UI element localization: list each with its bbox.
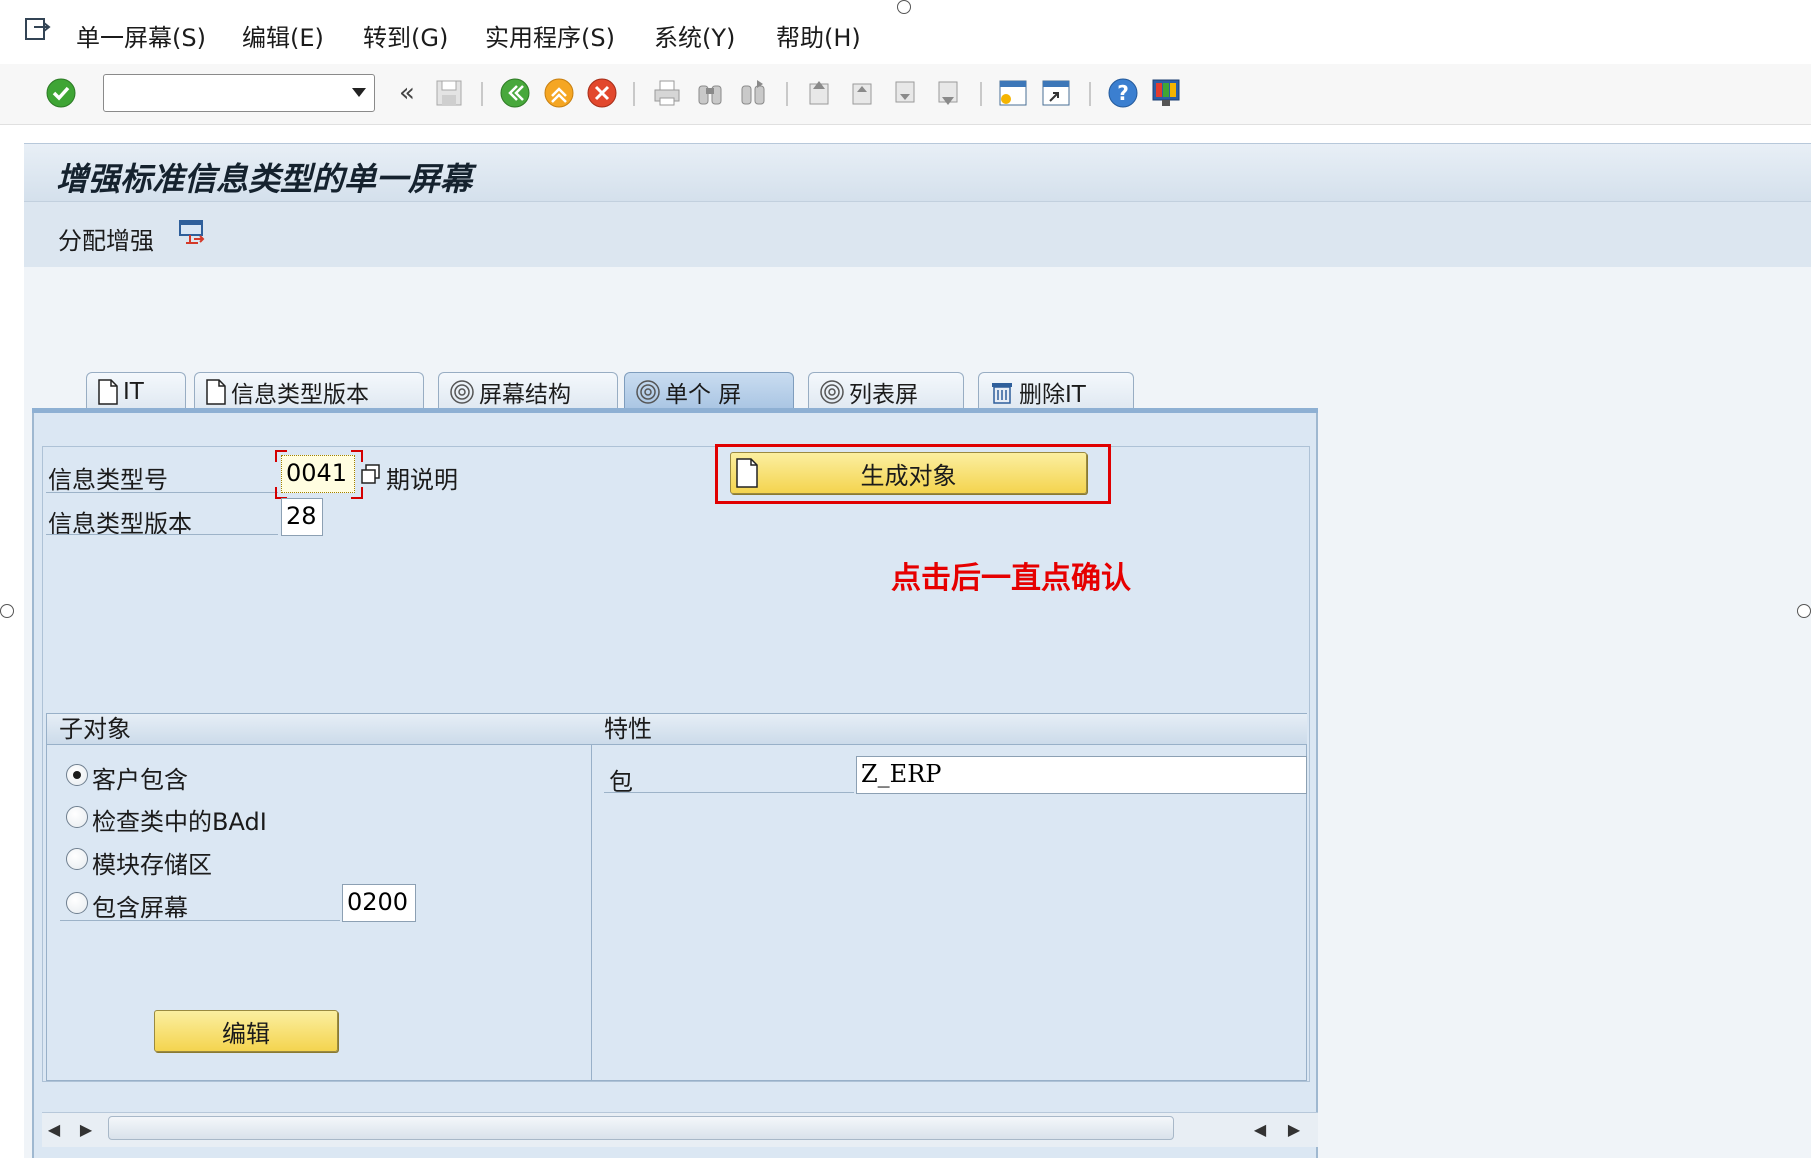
tab-label: 信息类型版本 [231,381,369,408]
tab-label: 屏幕结构 [479,381,571,408]
find-next-icon[interactable] [736,76,770,110]
command-field[interactable] [103,74,375,112]
radio-module-pool[interactable] [66,848,88,870]
tab-label: 删除IT [1019,381,1086,408]
tab-single-screen[interactable]: 单个 屏 [624,372,794,410]
scroll-left-end-icon[interactable]: ◀ [1250,1118,1270,1140]
option-include-screen: 包含屏幕 [92,894,188,922]
scroll-thumb[interactable] [108,1116,1174,1140]
assign-enhancement-icon[interactable] [176,217,208,249]
menu-icon[interactable] [24,16,54,42]
menu-single-screen[interactable]: 单一屏幕(S) [76,18,206,53]
scroll-left-icon[interactable]: ◀ [44,1118,64,1140]
spiral-icon [450,379,474,404]
infotype-label: 信息类型号 [48,466,168,494]
scroll-right-end-icon[interactable]: ▶ [1284,1118,1304,1140]
application-toolbar: 分配增强 [24,201,1811,269]
cancel-icon[interactable] [585,76,619,110]
new-session-icon[interactable] [996,76,1030,110]
shortcut-icon[interactable] [1039,76,1073,110]
generate-objects-button[interactable]: 生成对象 [730,452,1087,494]
tab-list-screen[interactable]: 列表屏 [808,372,964,410]
tab-label: 单个 屏 [665,381,742,408]
menu-system[interactable]: 系统(Y) [654,18,735,53]
scroll-right-icon[interactable]: ▶ [76,1118,96,1140]
radio-badi-in-class[interactable] [66,806,88,828]
copy-icon[interactable] [360,463,382,485]
enter-icon[interactable] [44,76,78,110]
selection-handle [897,0,911,14]
radio-include-screen[interactable] [66,892,88,914]
find-icon[interactable] [693,76,727,110]
subobjects-header: 子对象 [47,713,592,745]
version-field[interactable]: 28 [281,498,323,536]
save-icon[interactable] [432,76,466,110]
collapse-command-icon[interactable]: « [390,76,424,110]
assign-enhancement-button[interactable]: 分配增强 [58,221,154,256]
print-icon[interactable] [650,76,684,110]
document-icon [206,378,226,405]
menu-help[interactable]: 帮助(H) [776,18,861,53]
back-icon[interactable] [498,76,532,110]
package-field[interactable]: Z_ERP [856,756,1307,794]
edit-button[interactable]: 编辑 [154,1010,338,1052]
tab-label: IT [123,378,144,405]
infotype-number-field[interactable]: 0041 [281,455,355,493]
option-customer-include: 客户包含 [92,766,188,794]
document-icon [736,458,758,488]
help-icon[interactable]: ? [1106,76,1140,110]
infotype-description: 期说明 [386,466,458,494]
spiral-icon [636,379,660,404]
attributes-header: 特性 [592,713,1307,745]
menu-edit[interactable]: 编辑(E) [242,18,324,53]
exit-icon[interactable] [542,76,576,110]
prev-page-icon[interactable] [845,76,879,110]
selection-handle [1797,604,1811,618]
menu-utilities[interactable]: 实用程序(S) [485,18,615,53]
trash-icon [992,382,1012,404]
selection-handle [0,604,14,618]
tab-delete-it[interactable]: 删除IT [978,372,1134,410]
spiral-icon [820,379,844,404]
command-dropdown-icon[interactable] [343,74,375,112]
generate-objects-label: 生成对象 [860,461,957,490]
radio-customer-include[interactable] [66,764,88,786]
menu-goto[interactable]: 转到(G) [363,18,448,53]
document-icon [98,378,118,405]
option-module-pool: 模块存储区 [92,851,212,879]
customize-layout-icon[interactable] [1149,76,1183,110]
title-bar: 增强标准信息类型的单一屏幕 [24,143,1811,202]
tab-screen-structure[interactable]: 屏幕结构 [438,372,618,410]
svg-text:?: ? [1117,81,1129,105]
tab-label: 列表屏 [849,381,918,408]
annotation-text: 点击后一直点确认 [891,561,1131,596]
option-badi-in-class: 检查类中的BAdI [92,808,267,836]
include-screen-field[interactable]: 0200 [342,884,416,922]
last-page-icon[interactable] [931,76,965,110]
tab-it[interactable]: IT [86,372,186,410]
first-page-icon[interactable] [802,76,836,110]
tab-infotype-version[interactable]: 信息类型版本 [194,372,424,410]
page-title: 增强标准信息类型的单一屏幕 [56,160,473,198]
next-page-icon[interactable] [888,76,922,110]
